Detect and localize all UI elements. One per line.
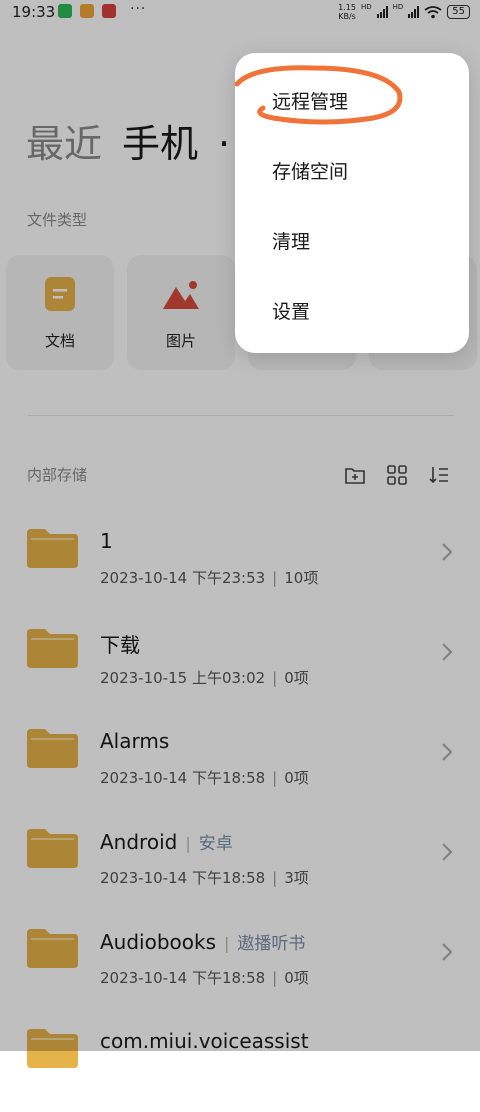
annotation-circle <box>234 65 403 125</box>
menu-item-storage-space[interactable]: 存储空间 <box>272 157 348 184</box>
menu-item-cleanup[interactable]: 清理 <box>272 227 310 254</box>
menu-item-settings[interactable]: 设置 <box>272 297 310 324</box>
